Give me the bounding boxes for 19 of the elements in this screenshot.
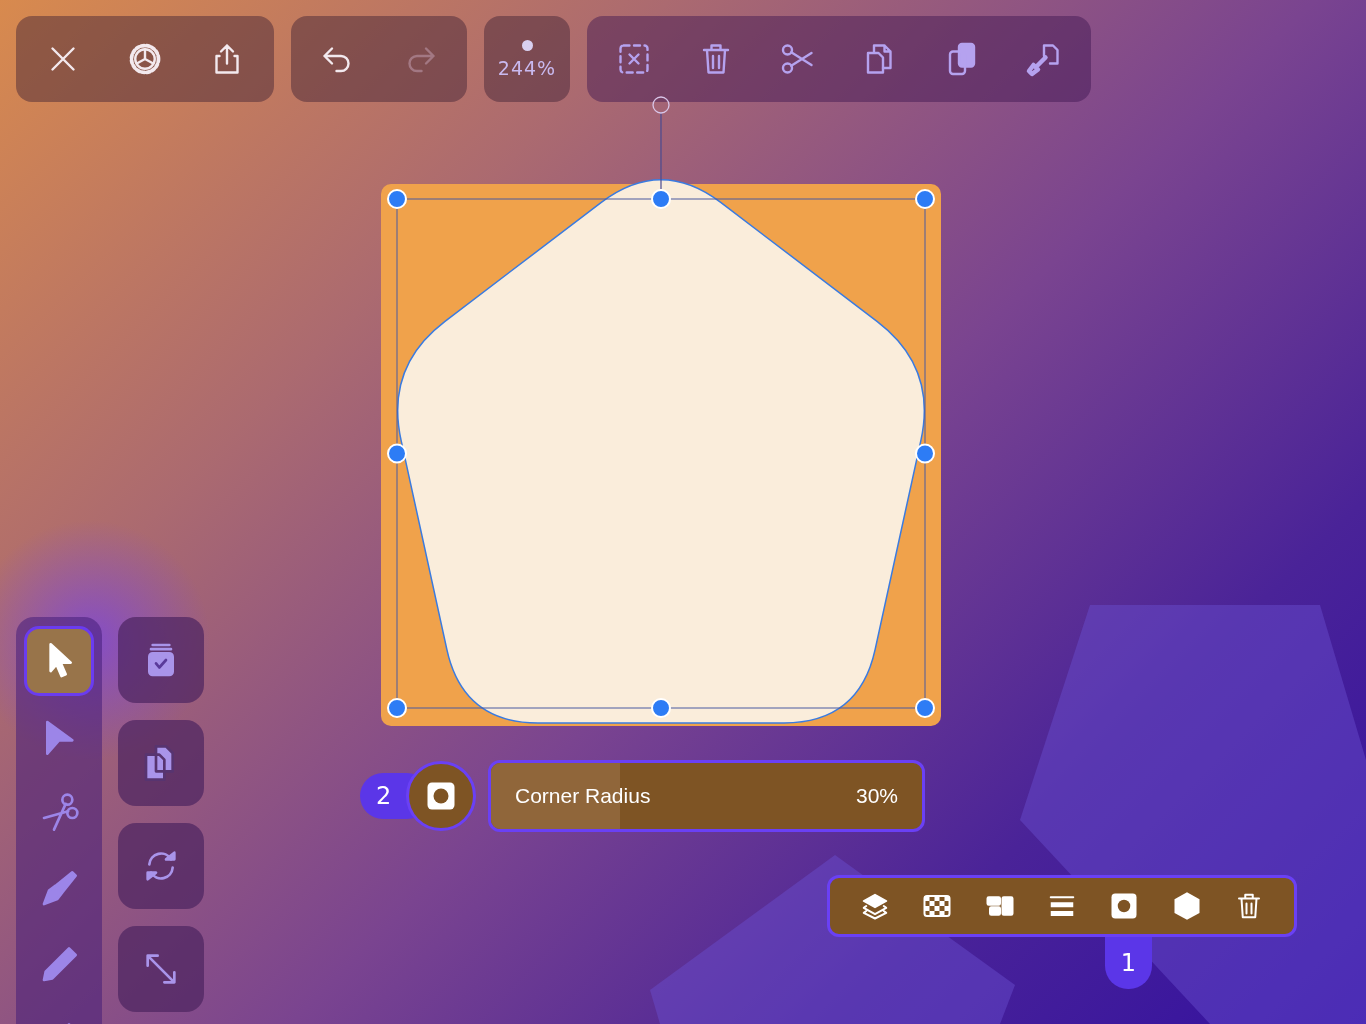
tool-button[interactable] <box>27 629 91 693</box>
settings-icon <box>127 41 163 77</box>
step-badge: 1 <box>1105 937 1152 989</box>
rotation-handle[interactable] <box>652 96 670 190</box>
brush-icon <box>1026 41 1062 77</box>
scissors-icon <box>780 41 816 77</box>
rounded-square-icon <box>1109 891 1140 921</box>
slider-value: 30% <box>855 784 898 808</box>
tray-check-button[interactable] <box>118 617 204 703</box>
resize-button[interactable] <box>118 926 204 1012</box>
rotate-button[interactable] <box>118 823 204 909</box>
documents-button[interactable] <box>118 720 204 806</box>
corner-radius-slider[interactable]: Corner Radius 30% <box>488 760 925 832</box>
resize-handle[interactable] <box>915 443 935 464</box>
zoom-level: 244% <box>497 56 557 79</box>
indicator-dot <box>521 39 533 51</box>
deselect-icon <box>616 41 652 77</box>
resize-handle[interactable] <box>387 443 407 464</box>
slider-label: Corner Radius <box>515 784 651 808</box>
